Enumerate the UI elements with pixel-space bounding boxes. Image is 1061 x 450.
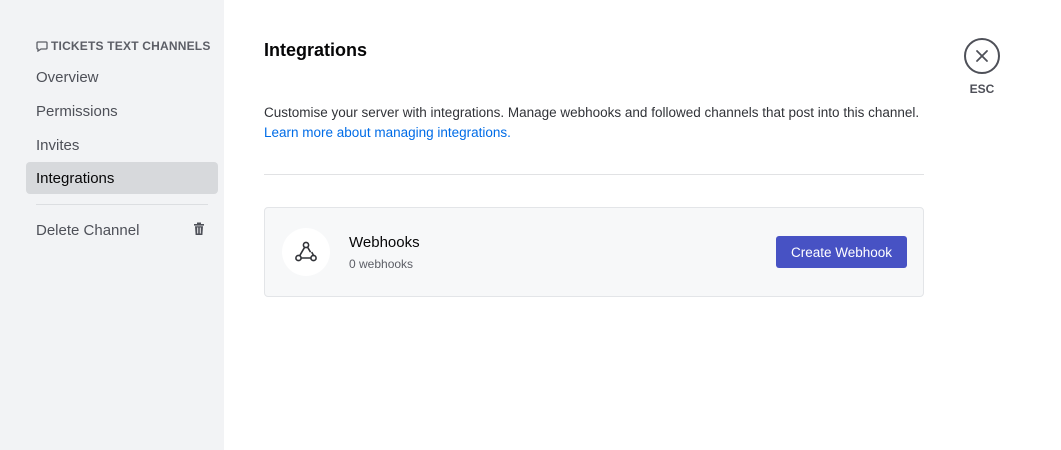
sidebar-item-integrations[interactable]: Integrations bbox=[26, 162, 218, 194]
sidebar-item-label: Permissions bbox=[36, 102, 118, 120]
sidebar-header-label: TICKETS TEXT CHANNELS bbox=[51, 39, 211, 53]
chat-bubble-icon bbox=[36, 41, 48, 52]
sidebar-item-overview[interactable]: Overview bbox=[26, 61, 218, 93]
delete-channel-button[interactable]: Delete Channel bbox=[26, 214, 218, 246]
webhooks-card: Webhooks 0 webhooks Create Webhook bbox=[264, 207, 924, 297]
webhooks-title: Webhooks bbox=[349, 234, 420, 251]
close-control: ESC bbox=[964, 38, 1000, 96]
close-button[interactable] bbox=[964, 38, 1000, 74]
sidebar-item-invites[interactable]: Invites bbox=[26, 129, 218, 161]
create-webhook-button[interactable]: Create Webhook bbox=[776, 236, 907, 268]
sidebar-item-label: Invites bbox=[36, 136, 80, 154]
page-title: Integrations bbox=[264, 40, 368, 60]
section-divider bbox=[264, 174, 924, 175]
sidebar-header: TICKETS TEXT CHANNELS bbox=[36, 39, 211, 53]
close-icon bbox=[976, 50, 988, 62]
learn-more-link[interactable]: Learn more about managing integrations. bbox=[264, 123, 511, 143]
delete-channel-label: Delete Channel bbox=[36, 221, 140, 239]
sidebar: TICKETS TEXT CHANNELS Overview Permissio… bbox=[0, 0, 224, 450]
trash-icon bbox=[194, 222, 204, 235]
webhook-icon bbox=[282, 228, 330, 276]
webhooks-count: 0 webhooks bbox=[349, 257, 414, 271]
sidebar-item-permissions[interactable]: Permissions bbox=[26, 95, 218, 127]
sidebar-item-label: Integrations bbox=[36, 169, 115, 187]
description-text: Customise your server with integrations.… bbox=[264, 105, 920, 120]
esc-label: ESC bbox=[969, 82, 995, 96]
sidebar-divider bbox=[36, 204, 208, 205]
page-description: Customise your server with integrations.… bbox=[264, 103, 934, 143]
sidebar-item-label: Overview bbox=[36, 68, 99, 86]
